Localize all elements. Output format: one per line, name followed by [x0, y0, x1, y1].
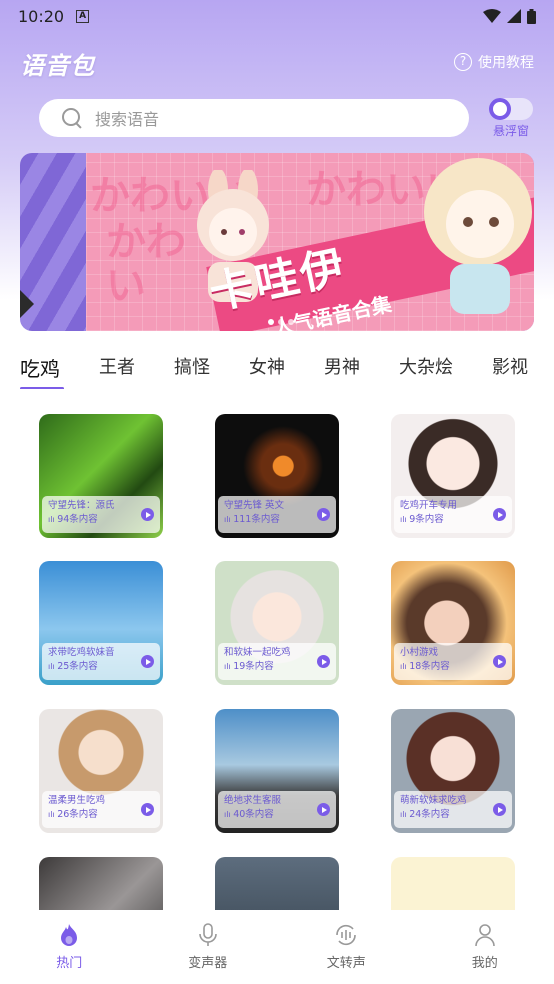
card-artwork: [215, 857, 339, 910]
pagination-dot: [288, 319, 294, 325]
voice-pack-card[interactable]: 绝地求生客服 40条内容: [215, 709, 339, 833]
nav-label: 变声器: [188, 956, 228, 971]
voice-pack-card[interactable]: 萌新软妹求吃鸡 24条内容: [391, 709, 515, 833]
notification-icon: A: [76, 9, 90, 23]
voice-pack-card[interactable]: [391, 857, 515, 910]
voice-pack-card[interactable]: 求带吃鸡软妹音 25条内容: [39, 561, 163, 685]
card-artwork: [391, 857, 515, 910]
tab-gaoguai[interactable]: 搞怪: [174, 353, 210, 387]
signal-icon: [507, 9, 521, 23]
card-count: 25条内容: [48, 660, 154, 674]
voice-pack-card[interactable]: 吃鸡开车专用 9条内容: [391, 414, 515, 538]
tutorial-label: 使用教程: [478, 55, 534, 71]
play-icon[interactable]: [317, 803, 330, 816]
nav-voice-changer[interactable]: 变声器: [139, 910, 278, 984]
tutorial-link[interactable]: ? 使用教程: [454, 52, 534, 72]
play-icon[interactable]: [141, 655, 154, 668]
card-artwork: [39, 857, 163, 910]
wifi-icon: [483, 9, 501, 23]
play-icon[interactable]: [141, 803, 154, 816]
status-indicators: [483, 8, 536, 24]
play-icon[interactable]: [493, 655, 506, 668]
card-info: 吃鸡开车专用 9条内容: [394, 496, 512, 533]
play-icon[interactable]: [317, 655, 330, 668]
card-count: 40条内容: [224, 808, 330, 822]
girl-illustration: [424, 158, 532, 314]
search-bar[interactable]: 搜索语音: [39, 99, 469, 137]
voice-pack-card[interactable]: 小村游戏 18条内容: [391, 561, 515, 685]
nav-label: 我的: [471, 956, 498, 971]
card-info: 萌新软妹求吃鸡 24条内容: [394, 791, 512, 828]
category-tabs: 吃鸡 王者 搞怪 女神 男神 大杂烩 影视: [20, 353, 554, 389]
card-count: 24条内容: [400, 808, 506, 822]
card-info: 求带吃鸡软妹音 25条内容: [42, 643, 160, 680]
card-count: 111条内容: [224, 513, 330, 527]
pagination-dot: [268, 319, 274, 325]
fire-icon: [61, 924, 78, 946]
question-circle-icon: ?: [454, 53, 472, 71]
nav-label: 热门: [56, 956, 83, 971]
card-info: 温柔男生吃鸡 26条内容: [42, 791, 160, 828]
play-icon[interactable]: [493, 803, 506, 816]
card-title: 吃鸡开车专用: [400, 500, 458, 511]
card-title: 守望先锋：源氏: [48, 500, 115, 511]
card-info: 和软妹一起吃鸡 19条内容: [218, 643, 336, 680]
banner-pagination: [268, 319, 294, 325]
nav-hot[interactable]: 热门: [0, 910, 139, 984]
card-count: 9条内容: [400, 513, 506, 527]
play-icon[interactable]: [141, 508, 154, 521]
banner-arrow-icon: [20, 290, 34, 318]
play-icon[interactable]: [317, 508, 330, 521]
card-title: 求带吃鸡软妹音: [48, 647, 115, 658]
nav-text-to-speech[interactable]: 文转声: [277, 910, 416, 984]
voice-pack-grid: 守望先锋：源氏 94条内容 守望先锋 英文 111条内容 吃鸡开车专用 9条内容…: [39, 414, 515, 910]
tab-wangzhe[interactable]: 王者: [99, 353, 135, 387]
card-info: 守望先锋：源氏 94条内容: [42, 496, 160, 533]
status-bar: 10:20 A: [0, 0, 554, 32]
play-icon[interactable]: [493, 508, 506, 521]
search-placeholder: 搜索语音: [95, 110, 160, 129]
nav-profile[interactable]: 我的: [416, 910, 554, 984]
tab-chiji[interactable]: 吃鸡: [20, 353, 64, 389]
card-count: 26条内容: [48, 808, 154, 822]
voice-pack-card[interactable]: 温柔男生吃鸡 26条内容: [39, 709, 163, 833]
banner-deco-text: い: [106, 263, 146, 309]
status-time: 10:20: [18, 6, 65, 26]
card-info: 绝地求生客服 40条内容: [218, 791, 336, 828]
voice-pack-card[interactable]: 守望先锋 英文 111条内容: [215, 414, 339, 538]
float-window-label: 悬浮窗: [493, 124, 530, 138]
card-title: 绝地求生客服: [224, 795, 282, 806]
voice-pack-card[interactable]: 守望先锋：源氏 94条内容: [39, 414, 163, 538]
card-title: 守望先锋 英文: [224, 500, 285, 511]
tab-dazahui[interactable]: 大杂烩: [399, 353, 453, 387]
card-title: 小村游戏: [400, 647, 439, 658]
voice-pack-card[interactable]: 和软妹一起吃鸡 19条内容: [215, 561, 339, 685]
card-count: 19条内容: [224, 660, 330, 674]
text-to-speech-icon: [336, 924, 357, 946]
card-title: 萌新软妹求吃鸡: [400, 795, 467, 806]
card-title: 和软妹一起吃鸡: [224, 647, 291, 658]
card-title: 温柔男生吃鸡: [48, 795, 106, 806]
card-info: 小村游戏 18条内容: [394, 643, 512, 680]
page-title: 语音包: [20, 52, 95, 80]
voice-pack-card[interactable]: [215, 857, 339, 910]
tab-yingshi[interactable]: 影视: [492, 353, 528, 387]
battery-icon: [527, 8, 536, 24]
card-info: 守望先锋 英文 111条内容: [218, 496, 336, 533]
pagination-dot: [278, 319, 284, 325]
toggle-knob: [489, 98, 511, 120]
float-window-toggle[interactable]: [489, 98, 533, 120]
voice-pack-card[interactable]: [39, 857, 163, 910]
card-count: 94条内容: [48, 513, 154, 527]
tab-nvshen[interactable]: 女神: [249, 353, 285, 387]
microphone-icon: [198, 923, 217, 946]
bottom-navigation: 热门 变声器 文转声 我的: [0, 910, 554, 984]
card-count: 18条内容: [400, 660, 506, 674]
nav-label: 文转声: [326, 956, 366, 971]
person-icon: [474, 924, 495, 947]
search-icon: [61, 107, 83, 129]
tab-nanshen[interactable]: 男神: [324, 353, 360, 387]
